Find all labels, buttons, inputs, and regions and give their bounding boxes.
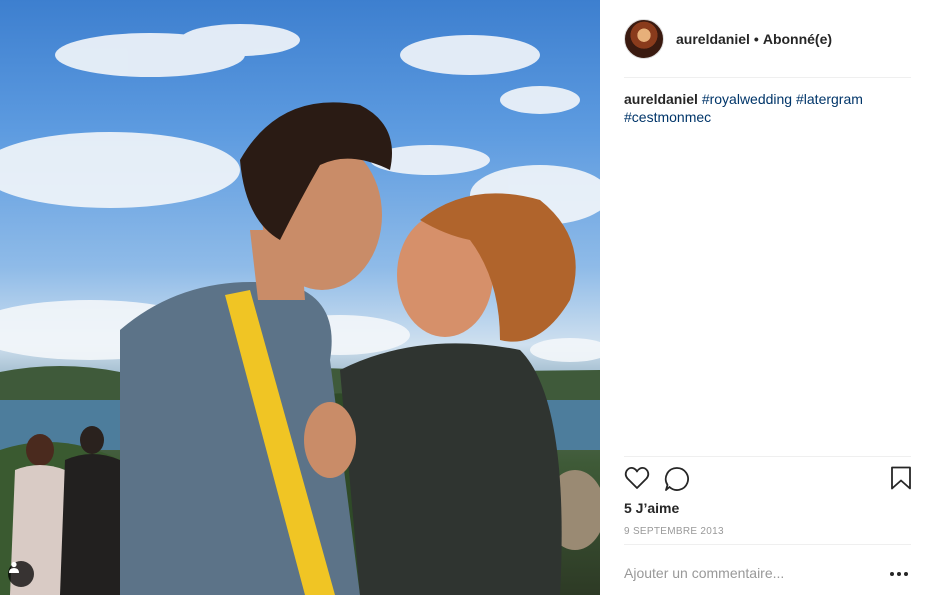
hashtag-link[interactable]: #royalwedding [702, 91, 792, 107]
likes-count[interactable]: 5 J’aime [624, 500, 679, 516]
more-options-icon[interactable] [890, 565, 912, 581]
header-username[interactable]: aureldaniel [676, 31, 750, 47]
comment-input[interactable]: Ajouter un commentaire... [624, 565, 784, 581]
comment-icon[interactable] [664, 466, 690, 497]
post-header: aureldaniel • Abonné(e) [624, 18, 914, 60]
heart-icon[interactable] [624, 466, 650, 495]
person-icon[interactable] [8, 561, 34, 587]
follow-status-button[interactable]: Abonné(e) [763, 31, 832, 47]
hashtag-link[interactable]: #latergram [796, 91, 863, 107]
bookmark-icon[interactable] [890, 466, 912, 495]
hashtag-link[interactable]: #cestmonmec [624, 109, 711, 125]
actions-divider [624, 456, 911, 457]
post-caption: aureldaniel #royalwedding #latergram #ce… [624, 90, 909, 126]
post-date: 9 SEPTEMBRE 2013 [624, 526, 724, 537]
comment-divider [624, 544, 911, 545]
header-separator: • [753, 31, 759, 47]
avatar[interactable] [624, 19, 664, 59]
photo-illustration [0, 24, 600, 595]
header-text: aureldaniel • Abonné(e) [676, 31, 832, 47]
header-divider [624, 77, 911, 78]
post-photo[interactable] [0, 0, 600, 595]
caption-username[interactable]: aureldaniel [624, 91, 698, 107]
post-actions [624, 466, 912, 492]
